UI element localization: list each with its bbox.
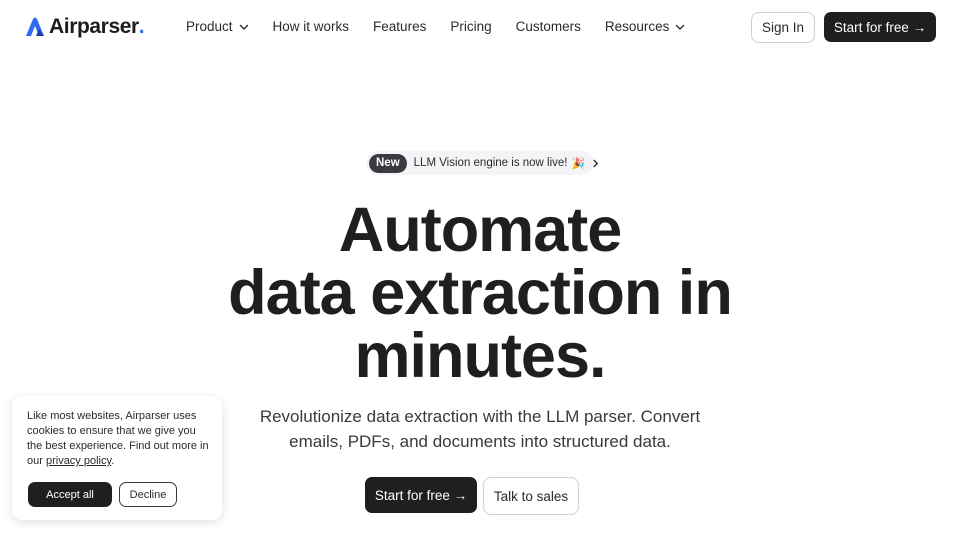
nav-item-label: How it works [272, 19, 350, 34]
talk-to-sales-button[interactable]: Talk to sales [483, 477, 579, 515]
main-menu: Product How it works Features Pricing Cu… [186, 19, 709, 34]
nav-item-customers[interactable]: Customers [516, 19, 581, 34]
cookie-banner: Like most websites, Airparser uses cooki… [12, 396, 222, 520]
top-nav: Airparser . Product How it works Feature… [0, 0, 960, 56]
nav-item-label: Customers [515, 19, 581, 34]
headline-line: Automate [338, 195, 623, 265]
nav-item-features[interactable]: Features [373, 19, 426, 34]
nav-item-label: Resources [604, 19, 670, 34]
nav-item-pricing[interactable]: Pricing [450, 19, 491, 34]
privacy-policy-link[interactable]: privacy policy [46, 455, 111, 467]
landing-page: Airparser . Product How it works Feature… [0, 0, 960, 540]
accept-all-button[interactable]: Accept all [28, 482, 112, 507]
chevron-down-icon [675, 22, 685, 32]
nav-item-resources[interactable]: Resources [605, 19, 686, 34]
brand-dot: . [138, 15, 145, 38]
sign-in-button[interactable]: Sign In [751, 12, 815, 43]
nav-item-label: Product [186, 19, 233, 34]
hero-headline: Automate data extraction in minutes. [0, 199, 960, 388]
headline-line: minutes. [354, 321, 606, 391]
chevron-right-icon [591, 159, 600, 168]
decline-button[interactable]: Decline [119, 482, 177, 507]
new-badge: New [369, 153, 407, 173]
brand-logo[interactable]: Airparser . [24, 13, 145, 41]
brand-name: Airparser [49, 15, 139, 38]
start-for-free-nav-button[interactable]: Start for free → [824, 12, 936, 42]
start-for-free-button[interactable]: Start for free → [365, 477, 477, 513]
headline-line: data extraction in [228, 258, 733, 328]
chevron-down-icon [239, 22, 249, 32]
nav-item-how-it-works[interactable]: How it works [273, 19, 350, 34]
announcement-text: LLM Vision engine is now live! [413, 157, 568, 169]
airparser-logo-icon [26, 17, 44, 36]
nav-item-label: Pricing [450, 19, 492, 34]
nav-item-label: Features [373, 19, 427, 34]
announcement-pill[interactable]: New LLM Vision engine is now live! 🎉 [366, 151, 599, 175]
cookie-actions: Accept all Decline [28, 482, 177, 507]
party-popper-icon: 🎉 [571, 156, 586, 170]
cookie-message: Like most websites, Airparser uses cooki… [27, 409, 210, 469]
cookie-text-end: . [111, 455, 115, 467]
nav-item-product[interactable]: Product [186, 19, 249, 34]
